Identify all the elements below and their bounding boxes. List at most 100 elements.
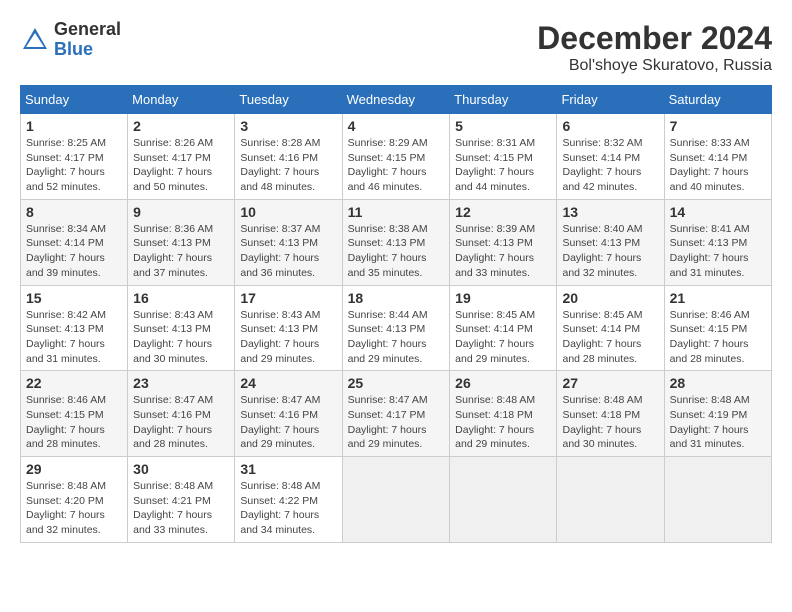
day-info: Sunrise: 8:26 AM Sunset: 4:17 PM Dayligh… <box>133 136 229 195</box>
day-info: Sunrise: 8:25 AM Sunset: 4:17 PM Dayligh… <box>26 136 122 195</box>
calendar-cell: 28 Sunrise: 8:48 AM Sunset: 4:19 PM Dayli… <box>664 371 771 457</box>
day-number: 26 <box>455 375 551 391</box>
week-row-1: 1 Sunrise: 8:25 AM Sunset: 4:17 PM Daylig… <box>21 114 772 200</box>
weekday-header-row: SundayMondayTuesdayWednesdayThursdayFrid… <box>21 86 772 114</box>
day-number: 10 <box>240 204 336 220</box>
calendar-cell: 21 Sunrise: 8:46 AM Sunset: 4:15 PM Dayli… <box>664 285 771 371</box>
calendar-cell: 31 Sunrise: 8:48 AM Sunset: 4:22 PM Dayli… <box>235 457 342 543</box>
day-info: Sunrise: 8:34 AM Sunset: 4:14 PM Dayligh… <box>26 222 122 281</box>
location-title: Bol'shoye Skuratovo, Russia <box>537 57 772 75</box>
month-title: December 2024 <box>537 20 772 57</box>
day-info: Sunrise: 8:46 AM Sunset: 4:15 PM Dayligh… <box>26 393 122 452</box>
calendar-cell: 19 Sunrise: 8:45 AM Sunset: 4:14 PM Dayli… <box>450 285 557 371</box>
day-info: Sunrise: 8:40 AM Sunset: 4:13 PM Dayligh… <box>562 222 658 281</box>
calendar-cell: 14 Sunrise: 8:41 AM Sunset: 4:13 PM Dayli… <box>664 199 771 285</box>
calendar-cell: 26 Sunrise: 8:48 AM Sunset: 4:18 PM Dayli… <box>450 371 557 457</box>
logo-text: General Blue <box>54 20 121 60</box>
day-number: 22 <box>26 375 122 391</box>
calendar-cell: 5 Sunrise: 8:31 AM Sunset: 4:15 PM Daylig… <box>450 114 557 200</box>
calendar-cell: 6 Sunrise: 8:32 AM Sunset: 4:14 PM Daylig… <box>557 114 664 200</box>
day-info: Sunrise: 8:43 AM Sunset: 4:13 PM Dayligh… <box>133 308 229 367</box>
day-number: 6 <box>562 118 658 134</box>
day-number: 21 <box>670 290 766 306</box>
calendar-cell: 18 Sunrise: 8:44 AM Sunset: 4:13 PM Dayli… <box>342 285 450 371</box>
day-number: 18 <box>348 290 445 306</box>
day-number: 3 <box>240 118 336 134</box>
weekday-header-wednesday: Wednesday <box>342 86 450 114</box>
weekday-header-monday: Monday <box>128 86 235 114</box>
calendar-cell <box>342 457 450 543</box>
calendar-cell: 15 Sunrise: 8:42 AM Sunset: 4:13 PM Dayli… <box>21 285 128 371</box>
week-row-3: 15 Sunrise: 8:42 AM Sunset: 4:13 PM Dayli… <box>21 285 772 371</box>
day-info: Sunrise: 8:48 AM Sunset: 4:21 PM Dayligh… <box>133 479 229 538</box>
calendar-cell: 9Sunrise: 8:36 AM Sunset: 4:13 PM Daylig… <box>128 199 235 285</box>
calendar-cell: 13 Sunrise: 8:40 AM Sunset: 4:13 PM Dayli… <box>557 199 664 285</box>
week-row-5: 29 Sunrise: 8:48 AM Sunset: 4:20 PM Dayli… <box>21 457 772 543</box>
logo: General Blue <box>20 20 121 60</box>
day-number: 11 <box>348 204 445 220</box>
day-info: Sunrise: 8:32 AM Sunset: 4:14 PM Dayligh… <box>562 136 658 195</box>
day-number: 28 <box>670 375 766 391</box>
day-info: Sunrise: 8:39 AM Sunset: 4:13 PM Dayligh… <box>455 222 551 281</box>
calendar-cell: 2 Sunrise: 8:26 AM Sunset: 4:17 PM Daylig… <box>128 114 235 200</box>
day-number: 31 <box>240 461 336 477</box>
day-info: Sunrise: 8:33 AM Sunset: 4:14 PM Dayligh… <box>670 136 766 195</box>
day-info: Sunrise: 8:28 AM Sunset: 4:16 PM Dayligh… <box>240 136 336 195</box>
day-info: Sunrise: 8:48 AM Sunset: 4:22 PM Dayligh… <box>240 479 336 538</box>
day-info: Sunrise: 8:47 AM Sunset: 4:17 PM Dayligh… <box>348 393 445 452</box>
day-info: Sunrise: 8:41 AM Sunset: 4:13 PM Dayligh… <box>670 222 766 281</box>
calendar-cell: 30Sunrise: 8:48 AM Sunset: 4:21 PM Dayli… <box>128 457 235 543</box>
day-number: 2 <box>133 118 229 134</box>
day-info: Sunrise: 8:48 AM Sunset: 4:18 PM Dayligh… <box>455 393 551 452</box>
day-number: 5 <box>455 118 551 134</box>
day-number: 14 <box>670 204 766 220</box>
day-number: 19 <box>455 290 551 306</box>
day-number: 15 <box>26 290 122 306</box>
calendar-cell: 27 Sunrise: 8:48 AM Sunset: 4:18 PM Dayli… <box>557 371 664 457</box>
day-number: 12 <box>455 204 551 220</box>
calendar-cell: 23 Sunrise: 8:47 AM Sunset: 4:16 PM Dayli… <box>128 371 235 457</box>
day-info: Sunrise: 8:48 AM Sunset: 4:19 PM Dayligh… <box>670 393 766 452</box>
weekday-header-tuesday: Tuesday <box>235 86 342 114</box>
day-info: Sunrise: 8:31 AM Sunset: 4:15 PM Dayligh… <box>455 136 551 195</box>
weekday-header-friday: Friday <box>557 86 664 114</box>
day-number: 9 <box>133 204 229 220</box>
day-number: 13 <box>562 204 658 220</box>
calendar-cell: 11 Sunrise: 8:38 AM Sunset: 4:13 PM Dayli… <box>342 199 450 285</box>
weekday-header-thursday: Thursday <box>450 86 557 114</box>
day-info: Sunrise: 8:29 AM Sunset: 4:15 PM Dayligh… <box>348 136 445 195</box>
week-row-2: 8Sunrise: 8:34 AM Sunset: 4:14 PM Daylig… <box>21 199 772 285</box>
weekday-header-saturday: Saturday <box>664 86 771 114</box>
day-info: Sunrise: 8:47 AM Sunset: 4:16 PM Dayligh… <box>133 393 229 452</box>
calendar-cell: 25Sunrise: 8:47 AM Sunset: 4:17 PM Dayli… <box>342 371 450 457</box>
day-number: 27 <box>562 375 658 391</box>
day-info: Sunrise: 8:46 AM Sunset: 4:15 PM Dayligh… <box>670 308 766 367</box>
day-number: 16 <box>133 290 229 306</box>
calendar-cell: 29 Sunrise: 8:48 AM Sunset: 4:20 PM Dayli… <box>21 457 128 543</box>
day-number: 20 <box>562 290 658 306</box>
calendar-cell <box>450 457 557 543</box>
day-info: Sunrise: 8:44 AM Sunset: 4:13 PM Dayligh… <box>348 308 445 367</box>
calendar-cell: 24 Sunrise: 8:47 AM Sunset: 4:16 PM Dayli… <box>235 371 342 457</box>
title-area: December 2024 Bol'shoye Skuratovo, Russi… <box>537 20 772 75</box>
calendar-cell: 4Sunrise: 8:29 AM Sunset: 4:15 PM Daylig… <box>342 114 450 200</box>
day-number: 17 <box>240 290 336 306</box>
day-info: Sunrise: 8:48 AM Sunset: 4:18 PM Dayligh… <box>562 393 658 452</box>
day-info: Sunrise: 8:45 AM Sunset: 4:14 PM Dayligh… <box>562 308 658 367</box>
day-number: 24 <box>240 375 336 391</box>
calendar-cell: 17Sunrise: 8:43 AM Sunset: 4:13 PM Dayli… <box>235 285 342 371</box>
day-number: 29 <box>26 461 122 477</box>
day-info: Sunrise: 8:38 AM Sunset: 4:13 PM Dayligh… <box>348 222 445 281</box>
logo-icon <box>20 25 50 55</box>
calendar-cell: 7Sunrise: 8:33 AM Sunset: 4:14 PM Daylig… <box>664 114 771 200</box>
calendar-cell: 3 Sunrise: 8:28 AM Sunset: 4:16 PM Daylig… <box>235 114 342 200</box>
calendar-cell: 16 Sunrise: 8:43 AM Sunset: 4:13 PM Dayli… <box>128 285 235 371</box>
day-number: 23 <box>133 375 229 391</box>
day-info: Sunrise: 8:48 AM Sunset: 4:20 PM Dayligh… <box>26 479 122 538</box>
calendar-cell <box>664 457 771 543</box>
day-number: 1 <box>26 118 122 134</box>
day-info: Sunrise: 8:47 AM Sunset: 4:16 PM Dayligh… <box>240 393 336 452</box>
day-info: Sunrise: 8:45 AM Sunset: 4:14 PM Dayligh… <box>455 308 551 367</box>
day-info: Sunrise: 8:42 AM Sunset: 4:13 PM Dayligh… <box>26 308 122 367</box>
header: General Blue December 2024 Bol'shoye Sku… <box>20 20 772 75</box>
